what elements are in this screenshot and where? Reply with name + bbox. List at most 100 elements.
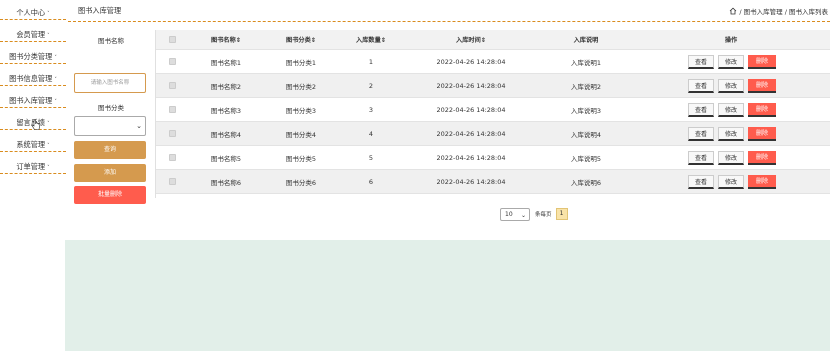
sidebar-item-label: 订单管理 [16,162,46,171]
cell-note: 入库说明3 [570,106,602,115]
chevron-down-icon: ˅ [47,121,50,127]
table-row: 图书名称2 图书分类2 2 2022-04-26 14:28:04 入库说明2 … [156,74,830,98]
view-button[interactable]: 查看 [688,103,714,117]
sidebar-item-label: 图书信息管理 [9,74,53,83]
cell-book-category: 图书分类6 [285,178,317,187]
sidebar-item-personal-center[interactable]: 个人中心 ˅ [0,5,66,20]
delete-button[interactable]: 删除 [748,79,776,93]
sidebar-item-book-info[interactable]: 图书信息管理 ˅ [0,71,66,86]
cell-book-name: 图书名称5 [210,154,242,163]
cell-time: 2022-04-26 14:28:04 [436,129,506,138]
cell-note: 入库说明1 [570,58,602,67]
chevron-down-icon: ˅ [47,33,50,39]
per-page-label: 条每页 [535,212,552,218]
col-time[interactable]: 入库时间⇕ [421,30,521,49]
page-size-value: 10 [505,210,513,218]
sidebar-item-system[interactable]: 系统管理 ˅ [0,137,66,152]
edit-button[interactable]: 修改 [718,175,744,189]
cell-book-category: 图书分类4 [285,130,317,139]
breadcrumb-text: / 图书入库管理 / 图书入库列表 [739,8,828,16]
row-checkbox[interactable] [168,154,176,161]
delete-button[interactable]: 删除 [748,151,776,165]
sidebar: 个人中心 ˅ 会员管理 ˅ 图书分类管理 ˅ 图书信息管理 ˅ 图书入库管理 ˅ 留言反馈… [0,0,68,240]
query-button[interactable]: 查询 [74,141,146,159]
edit-button[interactable]: 修改 [718,55,744,69]
row-checkbox[interactable] [168,82,176,89]
sidebar-item-label: 图书分类管理 [9,52,53,61]
edit-button[interactable]: 修改 [718,151,744,165]
chevron-down-icon: ˅ [54,55,57,61]
book-name-input[interactable]: 请输入图书名称 [74,73,146,93]
cell-note: 入库说明6 [570,178,602,187]
cell-quantity: 3 [368,105,374,114]
add-button[interactable]: 添加 [74,164,146,182]
cell-quantity: 6 [368,177,374,186]
cell-time: 2022-04-26 14:28:04 [436,177,506,186]
batch-delete-button[interactable]: 批量删除 [74,186,146,204]
cell-quantity: 1 [368,57,374,66]
view-button[interactable]: 查看 [688,151,714,165]
delete-button[interactable]: 删除 [748,55,776,69]
chevron-down-icon: ˅ [54,77,57,83]
select-all-checkbox[interactable] [168,36,176,43]
hand-pointer-icon [31,119,41,130]
cell-note: 入库说明2 [570,82,602,91]
table-header: 图书名称⇕ 图书分类⇕ 入库数量⇕ 入库时间⇕ 入库说明 操作 [156,30,830,50]
pagination: 10 ⌄ 条每页 1 [500,207,568,221]
cell-book-category: 图书分类2 [285,82,317,91]
view-button[interactable]: 查看 [688,55,714,69]
col-quantity[interactable]: 入库数量⇕ [341,30,401,49]
row-checkbox[interactable] [168,178,176,185]
cell-time: 2022-04-26 14:28:04 [436,57,506,66]
cell-book-category: 图书分类1 [285,58,317,67]
cell-quantity: 4 [368,129,374,138]
delete-button[interactable]: 删除 [748,103,776,117]
edit-button[interactable]: 修改 [718,103,744,117]
chevron-down-icon: ˅ [47,165,50,171]
book-name-label: 图书名称 [98,37,124,45]
cell-time: 2022-04-26 14:28:04 [436,153,506,162]
breadcrumb: / 图书入库管理 / 图书入库列表 [729,6,828,16]
sidebar-item-label: 个人中心 [16,8,46,17]
cell-book-category: 图书分类5 [285,154,317,163]
row-checkbox[interactable] [168,58,176,65]
col-book-name[interactable]: 图书名称⇕ [196,30,256,49]
delete-button[interactable]: 删除 [748,175,776,189]
edit-button[interactable]: 修改 [718,79,744,93]
home-icon[interactable] [729,7,737,15]
delete-button[interactable]: 删除 [748,127,776,141]
row-checkbox[interactable] [168,106,176,113]
cell-note: 入库说明4 [570,130,602,139]
col-actions: 操作 [724,37,738,44]
view-button[interactable]: 查看 [688,175,714,189]
cell-time: 2022-04-26 14:28:04 [436,81,506,90]
sidebar-item-book-stockin[interactable]: 图书入库管理 ˅ [0,93,66,108]
cell-book-name: 图书名称4 [210,130,242,139]
cell-book-name: 图书名称2 [210,82,242,91]
cell-quantity: 2 [368,81,374,90]
view-button[interactable]: 查看 [688,127,714,141]
cell-book-name: 图书名称3 [210,106,242,115]
row-checkbox[interactable] [168,130,176,137]
cell-note: 入库说明5 [570,154,602,163]
book-category-select[interactable]: ⌄ [74,116,146,136]
cell-time: 2022-04-26 14:28:04 [436,105,506,114]
chevron-down-icon: ˅ [54,99,57,105]
table-row: 图书名称4 图书分类4 4 2022-04-26 14:28:04 入库说明4 … [156,122,830,146]
page-number[interactable]: 1 [555,208,568,220]
page-size-select[interactable]: 10 ⌄ [500,207,530,221]
chevron-down-icon: ⌄ [136,122,142,130]
table-row: 图书名称1 图书分类1 1 2022-04-26 14:28:04 入库说明1 … [156,50,830,74]
sidebar-item-orders[interactable]: 订单管理 ˅ [0,159,66,174]
sidebar-item-book-category[interactable]: 图书分类管理 ˅ [0,49,66,64]
cell-quantity: 5 [368,153,374,162]
col-book-category[interactable]: 图书分类⇕ [271,30,331,49]
view-button[interactable]: 查看 [688,79,714,93]
cell-book-name: 图书名称1 [210,58,242,67]
sidebar-item-members[interactable]: 会员管理 ˅ [0,27,66,42]
table-row: 图书名称6 图书分类6 6 2022-04-26 14:28:04 入库说明6 … [156,170,830,194]
table-row: 图书名称5 图书分类5 5 2022-04-26 14:28:04 入库说明5 … [156,146,830,170]
chevron-down-icon: ˅ [47,143,50,149]
edit-button[interactable]: 修改 [718,127,744,141]
col-note: 入库说明 [573,37,599,44]
